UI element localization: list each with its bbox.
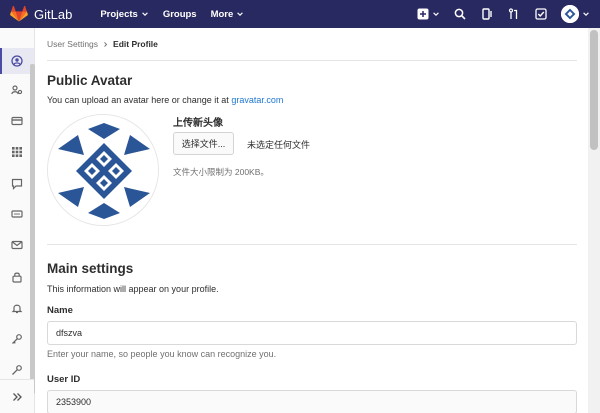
- sidebar-item-billing[interactable]: [0, 108, 34, 134]
- account-icon: [11, 85, 23, 95]
- plus-icon: [417, 8, 429, 20]
- current-avatar: [47, 114, 159, 226]
- collapse-sidebar-button[interactable]: [0, 379, 34, 413]
- gitlab-logo-icon: [10, 6, 28, 22]
- page-scrollbar-thumb[interactable]: [590, 30, 598, 150]
- profile-icon: [11, 55, 23, 67]
- sidebar-item-profile[interactable]: [0, 48, 34, 74]
- main-settings-description: This information will appear on your pro…: [47, 284, 219, 294]
- todos-button[interactable]: [534, 7, 548, 21]
- navbar-right: [417, 0, 600, 28]
- gpg-keys-icon: [12, 365, 22, 375]
- access-tokens-icon: [11, 210, 23, 218]
- password-icon: [12, 272, 22, 283]
- gravatar-link[interactable]: gravatar.com: [231, 95, 283, 105]
- avatar-description-text: You can upload an avatar here or change …: [47, 95, 232, 105]
- sidebar-item-password[interactable]: [0, 264, 34, 290]
- name-help-text: Enter your name, so people you know can …: [47, 349, 277, 359]
- new-dropdown-button[interactable]: [417, 8, 440, 20]
- sidebar-item-applications[interactable]: [0, 139, 34, 165]
- file-status-text: 未选定任何文件: [247, 140, 311, 150]
- projects-label: Projects: [100, 8, 138, 20]
- upload-avatar-title: 上传新头像: [173, 118, 223, 129]
- chevron-down-icon: [583, 12, 589, 16]
- file-size-hint: 文件大小限制为 200KB。: [173, 167, 269, 177]
- double-chevron-right-icon: [13, 392, 22, 401]
- more-dropdown[interactable]: More: [211, 9, 245, 20]
- applications-icon: [12, 147, 22, 157]
- section-divider: [47, 244, 577, 245]
- chevron-down-icon: [237, 12, 244, 16]
- name-input[interactable]: [47, 321, 577, 345]
- breadcrumb-edit-profile[interactable]: Edit Profile: [113, 39, 158, 49]
- todo-icon: [535, 8, 547, 20]
- merge-requests-button[interactable]: [507, 7, 521, 21]
- billing-icon: [11, 116, 23, 126]
- main-content: User Settings Edit Profile Public Avatar…: [35, 28, 588, 413]
- search-icon: [454, 8, 466, 20]
- groups-link[interactable]: Groups: [163, 9, 197, 20]
- choose-file-button[interactable]: 选择文件...: [173, 132, 234, 155]
- top-navbar: GitLab Projects Groups More: [0, 0, 600, 28]
- search-button[interactable]: [453, 7, 467, 21]
- brand-name: GitLab: [34, 6, 73, 22]
- breadcrumb: User Settings Edit Profile: [47, 28, 577, 61]
- sidebar-item-access-tokens[interactable]: [0, 201, 34, 227]
- settings-sidebar: [0, 28, 35, 413]
- notifications-icon: [11, 304, 23, 314]
- more-label: More: [210, 8, 234, 20]
- public-avatar-description: You can upload an avatar here or change …: [47, 95, 283, 105]
- sidebar-item-ssh-keys[interactable]: [0, 326, 34, 352]
- user-id-label: User ID: [47, 374, 81, 385]
- chat-icon: [11, 178, 23, 190]
- user-avatar: [561, 5, 579, 23]
- gitlab-home-link[interactable]: GitLab: [10, 0, 72, 28]
- sidebar-item-emails[interactable]: [0, 232, 34, 258]
- projects-dropdown[interactable]: Projects: [100, 9, 149, 20]
- groups-label: Groups: [162, 8, 197, 20]
- user-menu-dropdown[interactable]: [561, 5, 590, 23]
- merge-request-icon: [508, 8, 518, 19]
- ssh-keys-icon: [12, 334, 22, 344]
- issues-button[interactable]: [480, 7, 494, 21]
- sidebar-item-chat[interactable]: [0, 171, 34, 197]
- main-settings-title: Main settings: [47, 261, 134, 276]
- name-label: Name: [47, 305, 73, 316]
- identicon-avatar-icon: [561, 5, 579, 23]
- sidebar-item-account[interactable]: [0, 77, 34, 103]
- user-id-input[interactable]: [47, 390, 577, 413]
- chevron-right-icon: [104, 41, 108, 47]
- public-avatar-title: Public Avatar: [47, 73, 133, 88]
- sidebar-item-notifications[interactable]: [0, 295, 34, 321]
- identicon-avatar-icon: [48, 115, 158, 225]
- breadcrumb-user-settings[interactable]: User Settings: [47, 39, 98, 49]
- chevron-down-icon: [142, 12, 148, 16]
- emails-icon: [11, 240, 23, 250]
- chevron-down-icon: [433, 12, 439, 16]
- issue-icon: [482, 8, 492, 20]
